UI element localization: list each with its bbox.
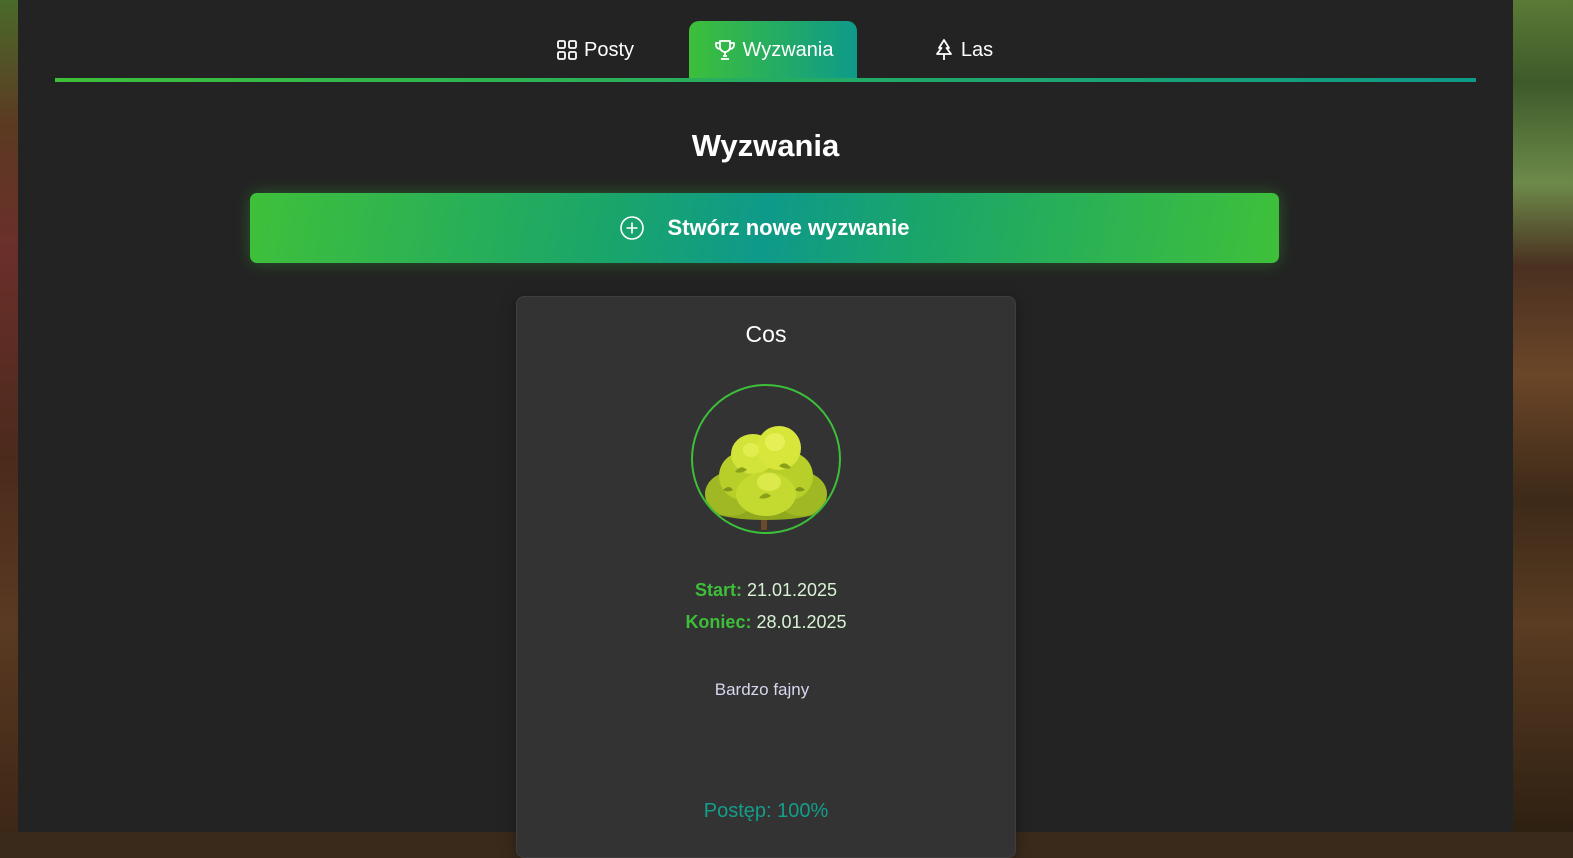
- tab-posty[interactable]: Posty: [530, 21, 660, 79]
- tab-bar: Posty Wyzwania Las: [55, 0, 1476, 82]
- tab-underline: [55, 78, 1476, 82]
- main-panel: Posty Wyzwania Las Wyzwania Stwórz nowe …: [18, 0, 1513, 858]
- tab-wyzwania[interactable]: Wyzwania: [689, 21, 857, 79]
- forest-background-right: [1513, 0, 1573, 832]
- tab-las-label: Las: [960, 38, 994, 61]
- tab-posty-label: Posty: [583, 38, 635, 61]
- progress-text: Postęp: 100%: [703, 800, 829, 822]
- grid-icon: [557, 40, 577, 60]
- trophy-icon: [714, 40, 735, 60]
- challenge-image: [691, 384, 841, 534]
- challenge-card[interactable]: Cos Start: 21.01.2025 Koniec: 28.01.2025…: [516, 296, 1016, 858]
- tab-wyzwania-label: Wyzwania: [742, 38, 834, 61]
- plus-circle-icon: [620, 216, 645, 240]
- create-challenge-button[interactable]: Stwórz nowe wyzwanie: [250, 193, 1279, 263]
- start-date-row: Start: 21.01.2025: [517, 580, 1015, 601]
- challenge-description: Bardzo fajny: [714, 680, 810, 699]
- end-label: Koniec:: [685, 612, 752, 632]
- create-challenge-label: Stwórz nowe wyzwanie: [667, 215, 910, 240]
- tree-icon: [935, 39, 952, 60]
- start-date: 21.01.2025: [746, 580, 838, 600]
- start-label: Start:: [694, 580, 742, 600]
- challenge-title: Cos: [745, 321, 787, 347]
- end-date-row: Koniec: 28.01.2025: [517, 612, 1015, 633]
- tab-las[interactable]: Las: [908, 21, 1018, 79]
- forest-background-left: [0, 0, 18, 832]
- page-title: Wyzwania: [691, 128, 840, 163]
- end-date: 28.01.2025: [756, 612, 847, 632]
- bush-image: [705, 426, 827, 530]
